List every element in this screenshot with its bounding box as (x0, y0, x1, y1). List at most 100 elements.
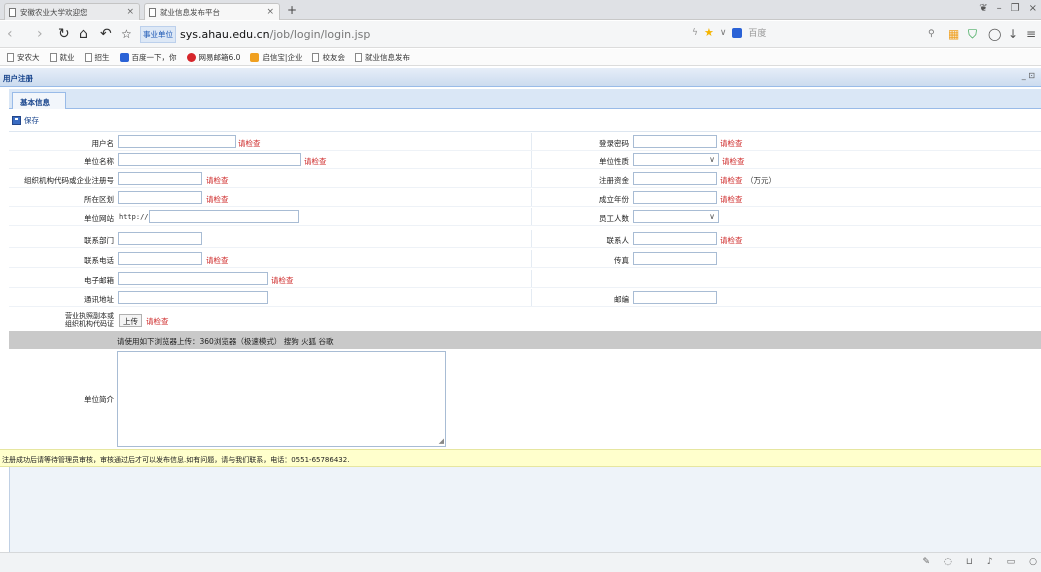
company-name-label: 单位名称 (9, 151, 117, 169)
pin-icon[interactable]: ✎ (922, 557, 930, 567)
email-input[interactable] (118, 272, 268, 285)
row-divider (9, 168, 1041, 169)
search-icon[interactable]: ⚲ (928, 25, 935, 43)
form-row: 用户名 请检查 登录密码 请检查 (9, 133, 1041, 151)
bookmark-item[interactable]: 就业 (46, 52, 79, 63)
check-hint: 请检查 (720, 195, 743, 204)
browser-notice-row: 请使用如下浏览器上传：360浏览器（极速模式） 搜狗 火狐 谷歌 (9, 331, 1041, 349)
chevron-down-icon[interactable]: ∨ (720, 28, 727, 38)
home-icon[interactable]: ⌂ (79, 25, 88, 43)
employees-select[interactable]: ∨ (633, 210, 719, 223)
phone-label: 联系电话 (9, 250, 117, 268)
download-icon[interactable]: ↓ (1008, 25, 1018, 43)
apps-icon[interactable]: ▦ (948, 25, 959, 43)
cloud-icon[interactable]: ◯ (988, 25, 1001, 43)
browser-notice: 请使用如下浏览器上传：360浏览器（极速模式） 搜狗 火狐 谷歌 (117, 337, 334, 346)
chevron-down-icon: ∨ (709, 212, 715, 221)
menu-icon[interactable]: ≡ (1026, 25, 1036, 43)
new-tab-button[interactable]: + (287, 3, 297, 17)
back-icon[interactable]: ‹ (7, 25, 13, 43)
window-icon[interactable]: ▭ (1007, 557, 1016, 567)
restore-icon[interactable]: ❐ (1011, 2, 1020, 16)
password-input[interactable] (633, 135, 717, 148)
close-window-icon[interactable]: × (1029, 2, 1037, 16)
resize-grip-icon[interactable]: ◢ (439, 437, 444, 445)
check-hint: 请检查 (206, 256, 229, 265)
url-host: sys.ahau.edu.cn (180, 28, 270, 41)
save-label: 保存 (24, 116, 39, 125)
column-divider (531, 270, 532, 288)
org-code-input[interactable] (118, 172, 202, 185)
address-bar[interactable]: 事业单位 sys.ahau.edu.cn /job/login/login.js… (140, 25, 780, 44)
bookmark-item[interactable]: 校友会 (308, 52, 349, 63)
check-hint: 请检查 (206, 195, 229, 204)
form-row: 通讯地址 邮编 (9, 289, 1041, 307)
tab-basic-info[interactable]: 基本信息 (12, 92, 66, 109)
district-input[interactable] (118, 191, 202, 204)
form-row: 联系部门 联系人 请检查 (9, 230, 1041, 248)
company-name-input[interactable] (118, 153, 301, 166)
website-input[interactable] (149, 210, 299, 223)
lightning-icon[interactable]: ϟ (692, 28, 698, 38)
phone-input[interactable] (118, 252, 202, 265)
bookmark-item[interactable]: 安农大 (3, 52, 44, 63)
capital-input[interactable] (633, 172, 717, 185)
search-input[interactable]: 百度 (748, 26, 766, 39)
panel-header: 用户注册 _ ⊡ (0, 68, 1041, 87)
tab-title: 安徽农业大学欢迎您 (20, 7, 88, 17)
company-type-select[interactable]: ∨ (633, 153, 719, 166)
check-hint: 请检查 (720, 236, 743, 245)
check-hint: 请检查 (271, 276, 294, 285)
bookmark-label: 安农大 (17, 52, 40, 62)
browser-nav-bar: ‹ › ↻ ⌂ ↶ ☆ 事业单位 sys.ahau.edu.cn /job/lo… (0, 21, 1041, 48)
undo-icon[interactable]: ↶ (100, 25, 112, 43)
district-label: 所在区划 (9, 189, 117, 207)
row-divider (9, 187, 1041, 188)
page-icon (9, 7, 16, 17)
page-title: 用户注册 (3, 74, 33, 83)
bookmark-item[interactable]: 就业信息发布 (351, 52, 414, 63)
page-icon (7, 52, 14, 62)
trash-icon[interactable]: ⊔ (966, 557, 973, 567)
founded-year-input[interactable] (633, 191, 717, 204)
skin-icon[interactable]: ❦ (979, 2, 987, 16)
username-label: 用户名 (9, 133, 117, 151)
check-hint: 请检查 (146, 317, 169, 326)
browser-status-bar: ✎ ◌ ⊔ ♪ ▭ ○ (0, 552, 1041, 572)
sound-icon[interactable]: ♪ (987, 557, 993, 567)
tab-title: 就业信息发布平台 (160, 7, 220, 17)
zoom-icon[interactable]: ○ (1029, 557, 1037, 567)
bookmark-item[interactable]: 招生 (81, 52, 114, 63)
website-label: 单位网站 (9, 208, 117, 226)
window-controls: ❦ – ❐ × (979, 2, 1037, 16)
postcode-input[interactable] (633, 291, 717, 304)
check-hint: 请检查 (720, 176, 743, 185)
address-input[interactable] (118, 291, 268, 304)
intro-textarea[interactable]: ◢ (117, 351, 446, 447)
gesture-icon[interactable]: ◌ (944, 557, 952, 567)
department-input[interactable] (118, 232, 202, 245)
form-row: 联系电话 请检查 传真 (9, 250, 1041, 268)
form-tab-strip: 基本信息 (9, 89, 1041, 109)
bookmark-item[interactable]: 百度一下，你 (116, 52, 181, 63)
star-icon[interactable]: ★ (704, 26, 714, 39)
close-icon[interactable]: × (266, 7, 274, 17)
form-row: 所在区划 请检查 成立年份 请检查 (9, 189, 1041, 207)
upload-button[interactable]: 上传 (119, 314, 142, 327)
browser-tab-job[interactable]: 就业信息发布平台 × (144, 3, 280, 20)
browser-tab-ahau[interactable]: 安徽农业大学欢迎您 × (4, 3, 140, 20)
save-button[interactable]: 保存 (12, 115, 39, 126)
intro-label: 单位简介 (84, 395, 114, 404)
close-icon[interactable]: × (126, 7, 134, 17)
shield-icon[interactable]: ⛉ (968, 25, 977, 43)
bookmark-item[interactable]: 启信宝|企业 (246, 52, 306, 63)
minimize-icon[interactable]: – (997, 2, 1002, 16)
panel-tools[interactable]: _ ⊡ (1022, 71, 1035, 80)
favorite-icon[interactable]: ☆ (121, 25, 132, 43)
contact-input[interactable] (633, 232, 717, 245)
username-input[interactable] (118, 135, 236, 148)
bookmark-item[interactable]: 网易邮箱6.0 (183, 52, 245, 63)
reload-icon[interactable]: ↻ (58, 25, 70, 43)
fax-input[interactable] (633, 252, 717, 265)
forward-icon[interactable]: › (37, 25, 43, 43)
